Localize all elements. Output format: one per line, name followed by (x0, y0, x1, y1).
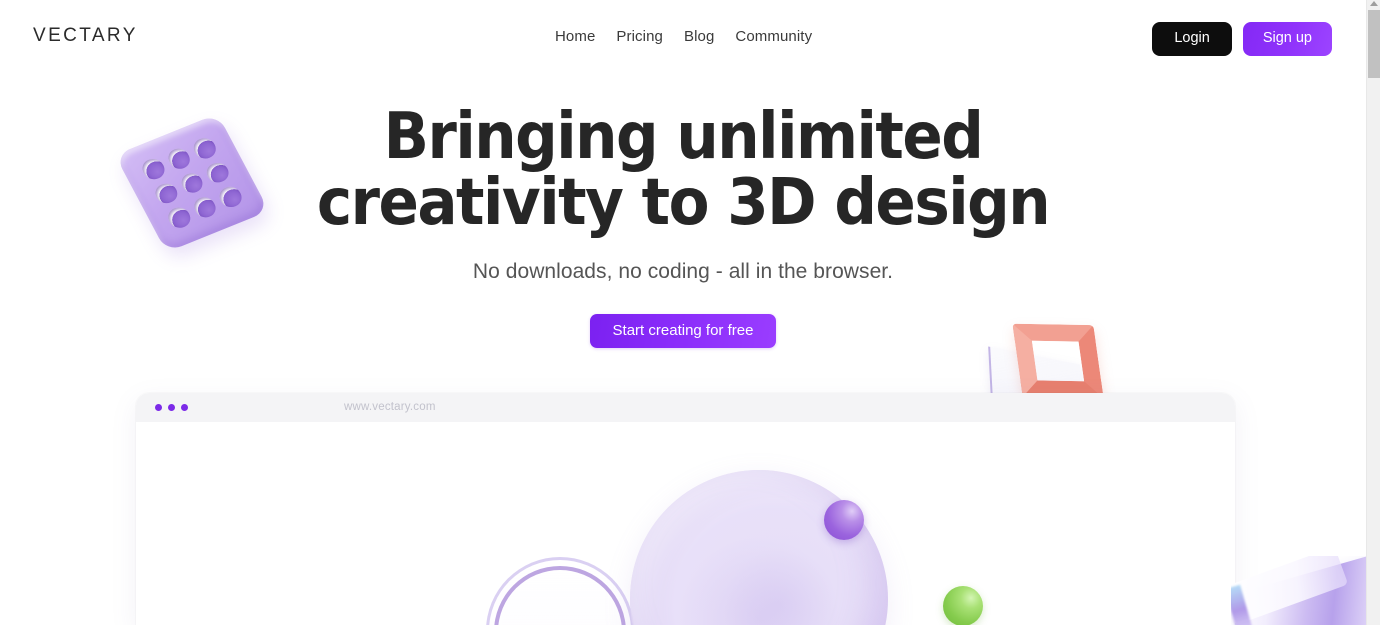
hero-title-line-2: creativity to 3D design (316, 166, 1051, 240)
browser-dot-icon[interactable] (168, 404, 175, 411)
lavender-glass-wedge-icon (1231, 556, 1380, 625)
browser-3d-canvas[interactable] (136, 422, 1235, 625)
browser-traffic-lights (155, 404, 188, 411)
page-root: VECTARY Home Pricing Blog Community Logi… (0, 0, 1380, 625)
signup-button[interactable]: Sign up (1242, 22, 1332, 56)
vectary-logo[interactable]: VECTARY (33, 25, 138, 47)
browser-dot-icon[interactable] (181, 404, 188, 411)
hero-subtitle: No downloads, no coding - all in the bro… (472, 260, 894, 283)
scrollbar-up-arrow-icon[interactable] (1370, 1, 1378, 6)
hero-title-line-1: Bringing unlimited (383, 100, 984, 174)
nav-item-blog[interactable]: Blog (684, 27, 714, 46)
hero-cta-container: Start creating for free (0, 314, 1366, 348)
browser-mockup: www.vectary.com (136, 393, 1235, 625)
auth-buttons: Login Sign up (1152, 22, 1332, 56)
nav-item-community[interactable]: Community (735, 27, 812, 46)
nav-item-pricing[interactable]: Pricing (616, 27, 663, 46)
main-navigation: Home Pricing Blog Community (555, 27, 812, 46)
large-lavender-sphere-object (630, 470, 888, 625)
site-header: VECTARY Home Pricing Blog Community Logi… (0, 0, 1366, 72)
hero-title: Bringing unlimited creativity to 3D desi… (48, 104, 1318, 236)
start-creating-for-free-button[interactable]: Start creating for free (589, 314, 777, 348)
page-scrollbar-track[interactable] (1366, 0, 1380, 625)
browser-title-bar: www.vectary.com (136, 393, 1235, 422)
nav-item-home[interactable]: Home (555, 27, 595, 46)
login-button[interactable]: Login (1152, 22, 1232, 56)
browser-dot-icon[interactable] (155, 404, 162, 411)
page-scrollbar-thumb[interactable] (1368, 10, 1380, 78)
small-purple-sphere-object (824, 500, 864, 540)
glass-arch-object (486, 557, 634, 625)
green-sphere-object (943, 586, 983, 625)
browser-url-text[interactable]: www.vectary.com (344, 401, 436, 413)
